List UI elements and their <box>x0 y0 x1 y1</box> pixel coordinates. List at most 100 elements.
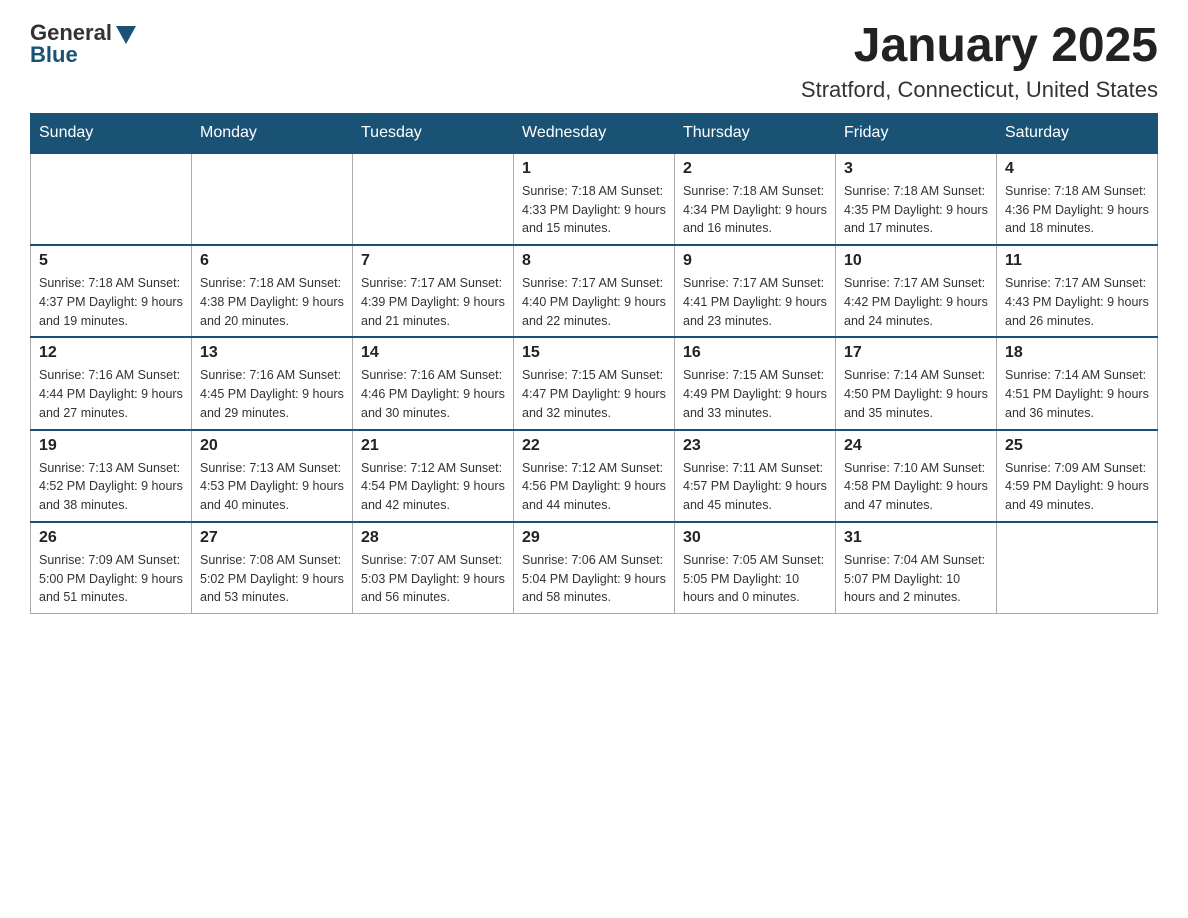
day-info: Sunrise: 7:08 AM Sunset: 5:02 PM Dayligh… <box>200 551 344 607</box>
day-number: 18 <box>1005 344 1149 362</box>
day-number: 22 <box>522 437 666 455</box>
calendar-day-30: 30 Sunrise: 7:05 AM Sunset: 5:05 PM Dayli… <box>675 522 836 614</box>
calendar-day-31: 31 Sunrise: 7:04 AM Sunset: 5:07 PM Dayli… <box>836 522 997 614</box>
calendar-day-1: 1 Sunrise: 7:18 AM Sunset: 4:33 PM Daylig… <box>514 153 675 245</box>
day-number: 21 <box>361 437 505 455</box>
calendar-day-18: 18 Sunrise: 7:14 AM Sunset: 4:51 PM Dayli… <box>997 337 1158 429</box>
day-info: Sunrise: 7:18 AM Sunset: 4:35 PM Dayligh… <box>844 182 988 238</box>
day-number: 2 <box>683 160 827 178</box>
calendar-week-row: 5Sunrise: 7:18 AM Sunset: 4:37 PM Daylig… <box>31 245 1158 337</box>
day-info: Sunrise: 7:10 AM Sunset: 4:58 PM Dayligh… <box>844 459 988 515</box>
day-number: 8 <box>522 252 666 270</box>
calendar-day-17: 17 Sunrise: 7:14 AM Sunset: 4:50 PM Dayli… <box>836 337 997 429</box>
day-info: Sunrise: 7:18 AM Sunset: 4:36 PM Dayligh… <box>1005 182 1149 238</box>
day-number: 13 <box>200 344 344 362</box>
calendar-day-25: 25Sunrise: 7:09 AM Sunset: 4:59 PM Dayli… <box>997 430 1158 522</box>
day-info: Sunrise: 7:12 AM Sunset: 4:56 PM Dayligh… <box>522 459 666 515</box>
calendar-day-24: 24 Sunrise: 7:10 AM Sunset: 4:58 PM Dayli… <box>836 430 997 522</box>
calendar-empty-cell <box>192 153 353 245</box>
day-number: 3 <box>844 160 988 178</box>
day-info: Sunrise: 7:17 AM Sunset: 4:39 PM Dayligh… <box>361 274 505 330</box>
day-info: Sunrise: 7:18 AM Sunset: 4:33 PM Dayligh… <box>522 182 666 238</box>
day-info: Sunrise: 7:11 AM Sunset: 4:57 PM Dayligh… <box>683 459 827 515</box>
calendar-day-16: 16 Sunrise: 7:15 AM Sunset: 4:49 PM Dayli… <box>675 337 836 429</box>
calendar-day-5: 5Sunrise: 7:18 AM Sunset: 4:37 PM Daylig… <box>31 245 192 337</box>
day-info: Sunrise: 7:15 AM Sunset: 4:49 PM Dayligh… <box>683 366 827 422</box>
day-number: 16 <box>683 344 827 362</box>
day-number: 17 <box>844 344 988 362</box>
logo: General Blue <box>30 20 136 68</box>
day-info: Sunrise: 7:17 AM Sunset: 4:42 PM Dayligh… <box>844 274 988 330</box>
day-info: Sunrise: 7:17 AM Sunset: 4:43 PM Dayligh… <box>1005 274 1149 330</box>
month-title: January 2025 <box>801 20 1158 73</box>
day-number: 25 <box>1005 437 1149 455</box>
day-header-sunday: Sunday <box>31 113 192 153</box>
calendar-day-14: 14 Sunrise: 7:16 AM Sunset: 4:46 PM Dayli… <box>353 337 514 429</box>
day-info: Sunrise: 7:16 AM Sunset: 4:46 PM Dayligh… <box>361 366 505 422</box>
location-title: Stratford, Connecticut, United States <box>801 77 1158 103</box>
day-number: 9 <box>683 252 827 270</box>
calendar-day-12: 12 Sunrise: 7:16 AM Sunset: 4:44 PM Dayli… <box>31 337 192 429</box>
calendar-day-8: 8 Sunrise: 7:17 AM Sunset: 4:40 PM Daylig… <box>514 245 675 337</box>
logo-blue-text: Blue <box>30 42 78 68</box>
day-header-tuesday: Tuesday <box>353 113 514 153</box>
calendar-day-15: 15 Sunrise: 7:15 AM Sunset: 4:47 PM Dayli… <box>514 337 675 429</box>
day-number: 5 <box>39 252 183 270</box>
day-number: 27 <box>200 529 344 547</box>
calendar-empty-cell <box>997 522 1158 614</box>
day-number: 1 <box>522 160 666 178</box>
day-number: 30 <box>683 529 827 547</box>
calendar-day-23: 23Sunrise: 7:11 AM Sunset: 4:57 PM Dayli… <box>675 430 836 522</box>
day-number: 29 <box>522 529 666 547</box>
day-number: 6 <box>200 252 344 270</box>
day-number: 11 <box>1005 252 1149 270</box>
day-info: Sunrise: 7:13 AM Sunset: 4:53 PM Dayligh… <box>200 459 344 515</box>
day-info: Sunrise: 7:06 AM Sunset: 5:04 PM Dayligh… <box>522 551 666 607</box>
calendar-day-4: 4 Sunrise: 7:18 AM Sunset: 4:36 PM Daylig… <box>997 153 1158 245</box>
day-number: 7 <box>361 252 505 270</box>
day-info: Sunrise: 7:14 AM Sunset: 4:51 PM Dayligh… <box>1005 366 1149 422</box>
day-info: Sunrise: 7:09 AM Sunset: 5:00 PM Dayligh… <box>39 551 183 607</box>
day-info: Sunrise: 7:17 AM Sunset: 4:41 PM Dayligh… <box>683 274 827 330</box>
calendar-week-row: 19Sunrise: 7:13 AM Sunset: 4:52 PM Dayli… <box>31 430 1158 522</box>
day-info: Sunrise: 7:14 AM Sunset: 4:50 PM Dayligh… <box>844 366 988 422</box>
day-number: 12 <box>39 344 183 362</box>
day-header-friday: Friday <box>836 113 997 153</box>
calendar-week-row: 26 Sunrise: 7:09 AM Sunset: 5:00 PM Dayli… <box>31 522 1158 614</box>
day-info: Sunrise: 7:07 AM Sunset: 5:03 PM Dayligh… <box>361 551 505 607</box>
day-header-wednesday: Wednesday <box>514 113 675 153</box>
title-block: January 2025 Stratford, Connecticut, Uni… <box>801 20 1158 103</box>
calendar-day-11: 11 Sunrise: 7:17 AM Sunset: 4:43 PM Dayli… <box>997 245 1158 337</box>
day-info: Sunrise: 7:12 AM Sunset: 4:54 PM Dayligh… <box>361 459 505 515</box>
day-number: 28 <box>361 529 505 547</box>
day-info: Sunrise: 7:18 AM Sunset: 4:34 PM Dayligh… <box>683 182 827 238</box>
calendar-day-9: 9 Sunrise: 7:17 AM Sunset: 4:41 PM Daylig… <box>675 245 836 337</box>
day-number: 15 <box>522 344 666 362</box>
day-number: 24 <box>844 437 988 455</box>
calendar-day-26: 26 Sunrise: 7:09 AM Sunset: 5:00 PM Dayli… <box>31 522 192 614</box>
day-info: Sunrise: 7:16 AM Sunset: 4:44 PM Dayligh… <box>39 366 183 422</box>
day-info: Sunrise: 7:04 AM Sunset: 5:07 PM Dayligh… <box>844 551 988 607</box>
calendar-day-20: 20Sunrise: 7:13 AM Sunset: 4:53 PM Dayli… <box>192 430 353 522</box>
day-number: 19 <box>39 437 183 455</box>
day-number: 26 <box>39 529 183 547</box>
day-number: 14 <box>361 344 505 362</box>
page-header: General Blue January 2025 Stratford, Con… <box>30 20 1158 103</box>
calendar-day-6: 6Sunrise: 7:18 AM Sunset: 4:38 PM Daylig… <box>192 245 353 337</box>
day-number: 31 <box>844 529 988 547</box>
calendar-day-28: 28 Sunrise: 7:07 AM Sunset: 5:03 PM Dayli… <box>353 522 514 614</box>
calendar-empty-cell <box>31 153 192 245</box>
day-number: 4 <box>1005 160 1149 178</box>
logo-triangle-icon <box>116 26 136 44</box>
day-info: Sunrise: 7:15 AM Sunset: 4:47 PM Dayligh… <box>522 366 666 422</box>
day-info: Sunrise: 7:05 AM Sunset: 5:05 PM Dayligh… <box>683 551 827 607</box>
day-header-thursday: Thursday <box>675 113 836 153</box>
day-number: 10 <box>844 252 988 270</box>
calendar-header-row: SundayMondayTuesdayWednesdayThursdayFrid… <box>31 113 1158 153</box>
calendar-day-3: 3 Sunrise: 7:18 AM Sunset: 4:35 PM Daylig… <box>836 153 997 245</box>
calendar-empty-cell <box>353 153 514 245</box>
calendar-day-19: 19Sunrise: 7:13 AM Sunset: 4:52 PM Dayli… <box>31 430 192 522</box>
day-info: Sunrise: 7:17 AM Sunset: 4:40 PM Dayligh… <box>522 274 666 330</box>
calendar-day-22: 22 Sunrise: 7:12 AM Sunset: 4:56 PM Dayli… <box>514 430 675 522</box>
day-header-saturday: Saturday <box>997 113 1158 153</box>
